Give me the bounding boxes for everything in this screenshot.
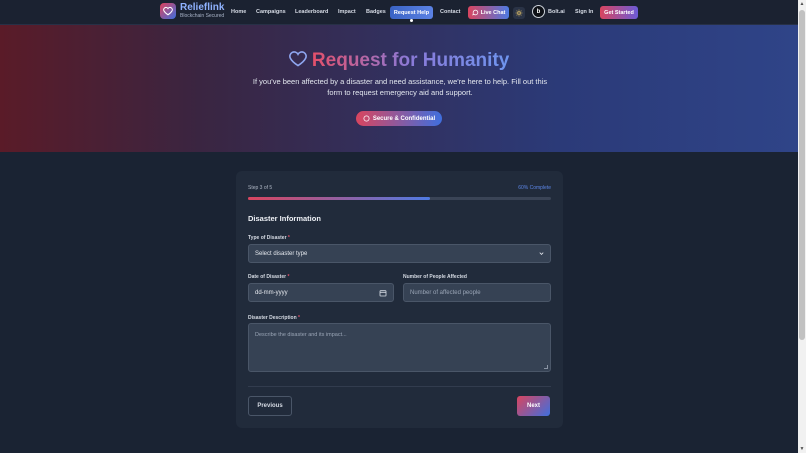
- nav-request-help[interactable]: Request Help: [390, 6, 433, 19]
- nav-contact[interactable]: Contact: [440, 9, 460, 15]
- hero-title-text: Request for Humanity: [311, 50, 510, 71]
- disaster-type-select[interactable]: Select disaster type: [248, 244, 551, 263]
- step-label: Step 3 of 5: [248, 185, 273, 191]
- required-mark: *: [298, 315, 300, 321]
- date-label-text: Date of Disaster: [248, 274, 287, 280]
- chat-icon: [471, 9, 478, 16]
- page-title: Request for Humanity: [0, 50, 798, 72]
- brand-tagline: Blockchain Secured: [180, 13, 225, 19]
- progress-fill: [248, 197, 430, 200]
- nav-bolt-ai[interactable]: Bolt.ai: [548, 9, 565, 15]
- brand[interactable]: Relieflink Blockchain Secured: [160, 3, 224, 19]
- description-label-text: Disaster Description: [248, 315, 297, 321]
- sun-icon: [515, 9, 523, 17]
- divider: [248, 386, 551, 387]
- active-indicator: [410, 19, 413, 22]
- scrollbar-thumb[interactable]: [799, 10, 805, 340]
- live-chat-button[interactable]: Live Chat: [468, 6, 509, 19]
- description-label: Disaster Description *: [248, 315, 300, 321]
- required-mark: *: [287, 274, 290, 280]
- nav-leaderboard[interactable]: Leaderboard: [295, 9, 328, 15]
- scroll-up-arrow-icon[interactable]: ▲: [798, 0, 806, 8]
- description-placeholder: Describe the disaster and its impact...: [255, 332, 347, 338]
- people-affected-input[interactable]: Number of affected people: [403, 283, 551, 302]
- resize-handle[interactable]: [544, 365, 548, 369]
- progress-bar: [248, 197, 551, 200]
- get-started-button[interactable]: Get Started: [600, 6, 638, 19]
- disaster-type-value: Select disaster type: [255, 250, 308, 257]
- navbar: Relieflink Blockchain Secured Home Campa…: [0, 0, 798, 25]
- description-textarea[interactable]: Describe the disaster and its impact...: [248, 323, 551, 372]
- required-mark: *: [287, 235, 290, 241]
- page-scrollbar[interactable]: ▲ ▼: [798, 0, 806, 453]
- chevron-down-icon: [539, 252, 544, 255]
- disaster-type-label: Type of Disaster *: [248, 235, 290, 241]
- date-placeholder: dd-mm-yyyy: [255, 289, 288, 296]
- secure-badge-label: Secure & Confidential: [372, 115, 436, 122]
- secure-badge: Secure & Confidential: [356, 111, 442, 126]
- calendar-icon[interactable]: [379, 289, 387, 297]
- brand-name: Relieflink: [180, 2, 225, 13]
- section-title: Disaster Information: [248, 214, 321, 223]
- hero-subtitle: If you've been affected by a disaster an…: [252, 77, 548, 97]
- people-placeholder: Number of affected people: [410, 289, 481, 296]
- request-form-card: Step 3 of 5 60% Complete Disaster Inform…: [236, 171, 563, 428]
- shield-icon: [363, 115, 370, 122]
- nav-home[interactable]: Home: [231, 9, 246, 15]
- heart-icon: [288, 51, 307, 67]
- hero-section: Request for Humanity If you've been affe…: [0, 25, 798, 152]
- previous-button[interactable]: Previous: [248, 396, 292, 416]
- scroll-down-arrow-icon[interactable]: ▼: [798, 445, 806, 453]
- nav-sign-in[interactable]: Sign In: [575, 9, 593, 15]
- progress-percent: 60% Complete: [518, 185, 551, 191]
- disaster-type-label-text: Type of Disaster: [248, 235, 287, 241]
- bolt-badge-icon[interactable]: b: [532, 5, 545, 18]
- date-field[interactable]: dd-mm-yyyy: [248, 283, 394, 302]
- live-chat-label: Live Chat: [480, 9, 506, 16]
- date-label: Date of Disaster *: [248, 274, 289, 280]
- next-button[interactable]: Next: [517, 396, 550, 416]
- heart-logo-icon: [160, 3, 176, 19]
- nav-badges[interactable]: Badges: [366, 9, 386, 15]
- theme-toggle-button[interactable]: [513, 7, 525, 19]
- nav-campaigns[interactable]: Campaigns: [256, 9, 286, 15]
- people-label: Number of People Affected: [403, 274, 467, 280]
- nav-impact[interactable]: Impact: [338, 9, 356, 15]
